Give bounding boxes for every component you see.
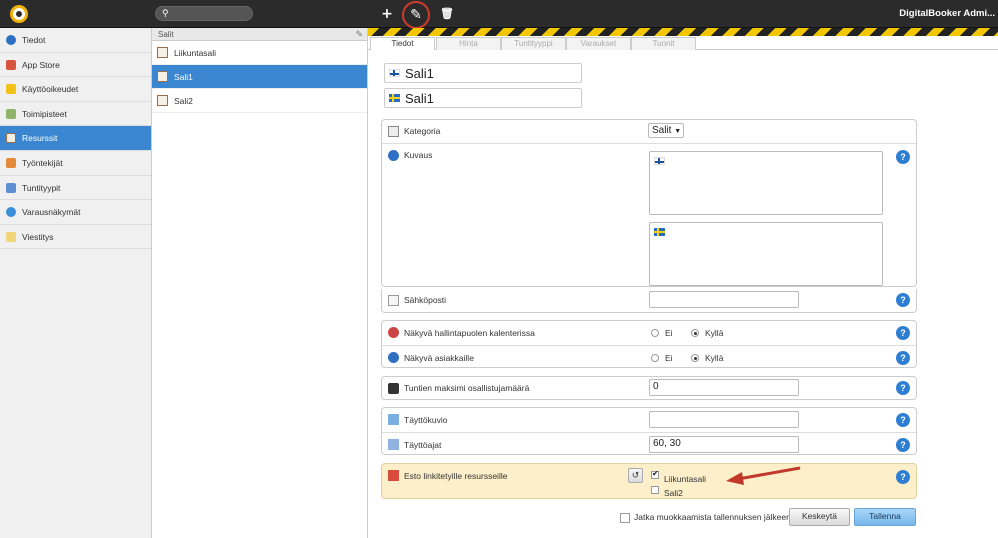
sidebar-item-tuntityypit[interactable]: Tuntityypit (0, 176, 151, 201)
sidebar-item-toimipisteet[interactable]: Toimipisteet (0, 102, 151, 127)
sidebar-item-viestitys[interactable]: Viestitys (0, 225, 151, 250)
help-icon[interactable]: ? (896, 326, 910, 340)
tab-bar: Tiedot Hinta Tuntityyppi Varaukset Tunni… (368, 36, 998, 52)
visibility-panel: Näkyvä hallintapuolen kalenterissa Ei Ky… (381, 320, 917, 368)
sweden-flag-icon (654, 228, 665, 236)
store-icon (6, 59, 16, 70)
max-panel: Tuntien maksimi osallistujamäärä 0 ? (381, 376, 917, 400)
list-header: Salit ✎ (152, 28, 367, 41)
star-icon (6, 84, 16, 95)
show-customers-ei-radio[interactable] (651, 354, 659, 362)
edit-button[interactable]: ✎ (402, 1, 430, 29)
tab-hinta[interactable]: Hinta (436, 37, 501, 51)
kuvaus-sv-textarea[interactable] (649, 222, 883, 286)
sidebar-item-tiedot[interactable]: Tiedot (0, 28, 151, 53)
sidebar: Tiedot App Store Käyttöoikeudet Toimipis… (0, 28, 152, 538)
info-panel: Kategoria Salit ▼ Kuvaus ? (381, 119, 917, 287)
sweden-flag-icon (389, 94, 400, 102)
show-admin-ei-radio[interactable] (651, 329, 659, 337)
pencil-icon[interactable]: ✎ (355, 28, 363, 41)
chevron-down-icon: ▼ (674, 128, 682, 135)
help-icon[interactable]: ? (896, 438, 910, 452)
top-bar: ⚲ + ✎ 🗑 DigitalBooker Admi... (0, 0, 998, 29)
help-icon[interactable]: ? (896, 293, 910, 307)
times-input[interactable]: 60, 30 (649, 436, 799, 453)
tab-tuntityyppi[interactable]: Tuntityyppi (501, 37, 566, 51)
search-input[interactable]: ⚲ (155, 6, 253, 21)
mail-icon (388, 295, 399, 306)
block-liikuntasali-checkbox[interactable] (651, 469, 659, 479)
block-panel: Esto linkitetyille resursseille ↺ Liikun… (381, 463, 917, 499)
logo-icon[interactable] (10, 5, 28, 23)
eye-icon (388, 327, 399, 338)
add-button[interactable]: + (372, 0, 402, 28)
continue-editing-checkbox[interactable] (620, 513, 630, 523)
category-icon (388, 126, 399, 137)
email-panel: Sähköposti ? (381, 289, 917, 313)
house-icon (157, 95, 168, 106)
show-customers-kylla-radio[interactable] (691, 354, 699, 362)
house-icon (6, 133, 16, 144)
sidebar-item-resurssit[interactable]: Resurssit (0, 126, 151, 151)
save-button[interactable]: Tallenna (854, 508, 916, 526)
delete-button[interactable]: 🗑 (432, 0, 462, 28)
user-menu[interactable]: DigitalBooker Admi... (889, 0, 998, 28)
help-icon[interactable]: ? (896, 413, 910, 427)
hazard-stripe (368, 28, 998, 36)
kuvaus-row: Kuvaus ? (382, 143, 916, 289)
counter-icon (388, 383, 399, 394)
kuvaus-fi-textarea[interactable] (649, 151, 883, 215)
sidebar-item-app-store[interactable]: App Store (0, 53, 151, 78)
tab-tunnit[interactable]: Tunnit (631, 37, 696, 51)
message-icon (6, 231, 16, 242)
search-icon: ⚲ (162, 8, 169, 18)
help-icon[interactable]: ? (896, 150, 910, 164)
info-icon (388, 150, 399, 161)
list-item[interactable]: Liikuntasali (152, 41, 367, 65)
map-icon (6, 108, 16, 119)
detail-form: Sali1 Sali1 Kategoria Salit ▼ Kuvaus ? S… (368, 50, 998, 538)
kategoria-select[interactable]: Salit ▼ (648, 123, 684, 138)
resource-list: Salit ✎ Liikuntasali Sali1 Sali2 (152, 28, 368, 538)
cancel-button[interactable]: Keskeytä (789, 508, 850, 526)
calendar-icon (6, 182, 16, 193)
times-row: Täyttöajat 60, 30 ? (382, 432, 916, 456)
block-sali2-checkbox[interactable] (651, 486, 659, 494)
show-customers-row: Näkyvä asiakkaille Ei Kyllä ? (382, 345, 916, 369)
arrow-annotation-icon (726, 466, 801, 485)
info-icon (6, 35, 16, 45)
pattern-icon (388, 414, 399, 425)
help-icon[interactable]: ? (896, 381, 910, 395)
kategoria-row: Kategoria Salit ▼ (382, 120, 916, 143)
max-participants-input[interactable]: 0 (649, 379, 799, 396)
name-sv-input[interactable]: Sali1 (384, 88, 582, 108)
times-icon (388, 439, 399, 450)
pattern-row: Täyttökuvio ? (382, 408, 916, 432)
finland-flag-icon (654, 157, 665, 165)
finland-flag-icon (389, 69, 400, 77)
globe-icon (6, 207, 16, 218)
house-icon (157, 47, 168, 58)
name-fi-input[interactable]: Sali1 (384, 63, 582, 83)
sidebar-item-varausnakymat[interactable]: Varausnäkymät (0, 200, 151, 225)
help-icon[interactable]: ? (896, 470, 910, 484)
show-admin-row: Näkyvä hallintapuolen kalenterissa Ei Ky… (382, 321, 916, 345)
house-icon (157, 71, 168, 82)
reset-button[interactable]: ↺ (628, 468, 643, 483)
fill-panel: Täyttökuvio ? Täyttöajat 60, 30 ? (381, 407, 917, 455)
link-icon (388, 470, 399, 481)
pattern-input[interactable] (649, 411, 799, 428)
email-field[interactable] (649, 291, 799, 308)
help-icon[interactable]: ? (896, 351, 910, 365)
eye-icon (388, 352, 399, 363)
list-item[interactable]: Sali2 (152, 89, 367, 113)
sidebar-item-tyontekijat[interactable]: Työntekijät (0, 151, 151, 176)
people-icon (6, 157, 16, 168)
show-admin-kylla-radio[interactable] (691, 329, 699, 337)
list-item[interactable]: Sali1 (152, 65, 367, 89)
tab-varaukset[interactable]: Varaukset (566, 37, 631, 51)
sidebar-item-kayttooikeudet[interactable]: Käyttöoikeudet (0, 77, 151, 102)
